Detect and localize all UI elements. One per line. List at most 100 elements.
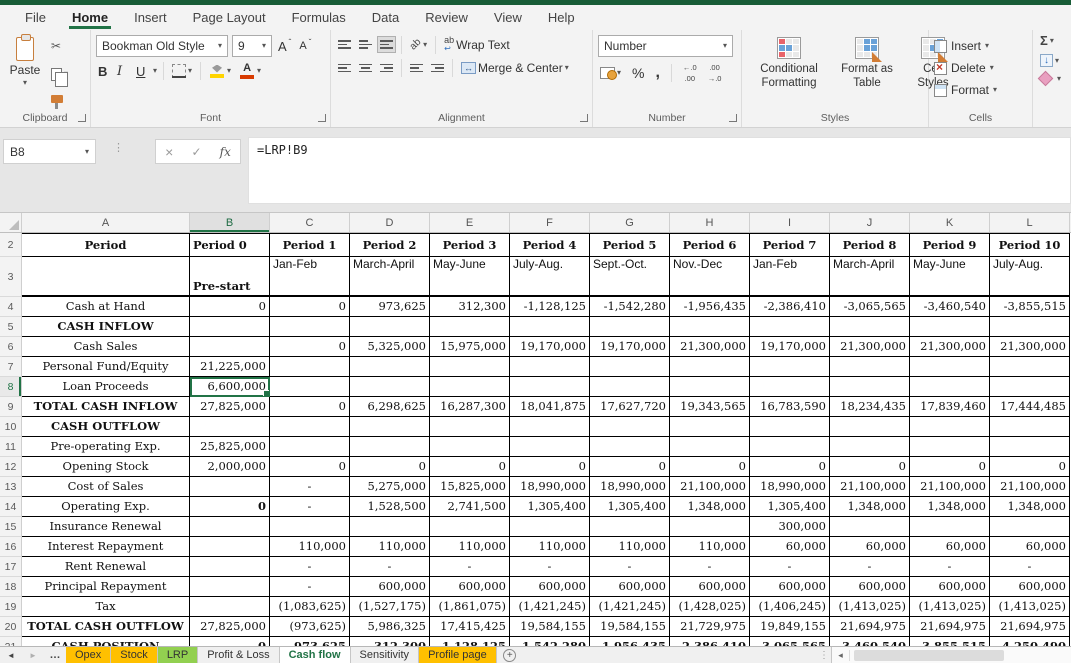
cell-K15[interactable]: [910, 517, 990, 537]
row-header-15[interactable]: 15: [0, 517, 22, 537]
cell-F15[interactable]: [510, 517, 590, 537]
cell-E8[interactable]: [430, 377, 510, 397]
cell-A4[interactable]: Cash at Hand: [22, 297, 190, 317]
cell-E7[interactable]: [430, 357, 510, 377]
format-painter-button[interactable]: [49, 94, 70, 104]
cell-F4[interactable]: -1,128,125: [510, 297, 590, 317]
delete-cells-button[interactable]: Delete▾: [934, 57, 1027, 79]
cell-J17[interactable]: -: [830, 557, 910, 577]
cell-G2[interactable]: Period 5: [590, 233, 670, 257]
cell-F9[interactable]: 18,041,875: [510, 397, 590, 417]
cell-L21[interactable]: -4,250,490: [990, 637, 1070, 646]
sheet-list-ellipsis[interactable]: …: [44, 647, 66, 663]
cell-C4[interactable]: 0: [270, 297, 350, 317]
cell-E3[interactable]: May-June: [430, 257, 510, 297]
cell-A12[interactable]: Opening Stock: [22, 457, 190, 477]
column-header-L[interactable]: L: [990, 213, 1070, 232]
cell-D6[interactable]: 5,325,000: [350, 337, 430, 357]
cell-L19[interactable]: (1,413,025): [990, 597, 1070, 617]
insert-function-button[interactable]: fx: [220, 145, 231, 159]
cell-F17[interactable]: -: [510, 557, 590, 577]
row-header-4[interactable]: 4: [0, 297, 22, 317]
cell-G20[interactable]: 19,584,155: [590, 617, 670, 637]
row-header-21[interactable]: 21: [0, 637, 22, 646]
cell-J5[interactable]: [830, 317, 910, 337]
cell-I21[interactable]: -3,065,565: [750, 637, 830, 646]
cell-E4[interactable]: 312,300: [430, 297, 510, 317]
cell-G12[interactable]: 0: [590, 457, 670, 477]
clipboard-dialog-launcher-icon[interactable]: [78, 114, 86, 122]
borders-button[interactable]: ▾: [170, 63, 194, 79]
cell-L5[interactable]: [990, 317, 1070, 337]
cell-F7[interactable]: [510, 357, 590, 377]
cell-C17[interactable]: -: [270, 557, 350, 577]
cell-J19[interactable]: (1,413,025): [830, 597, 910, 617]
cell-C10[interactable]: [270, 417, 350, 437]
cell-K14[interactable]: 1,348,000: [910, 497, 990, 517]
cell-D3[interactable]: March-April: [350, 257, 430, 297]
cell-B4[interactable]: 0: [190, 297, 270, 317]
cell-E13[interactable]: 15,825,000: [430, 477, 510, 497]
cell-F6[interactable]: 19,170,000: [510, 337, 590, 357]
cell-L10[interactable]: [990, 417, 1070, 437]
cell-E10[interactable]: [430, 417, 510, 437]
column-header-K[interactable]: K: [910, 213, 990, 232]
cell-C11[interactable]: [270, 437, 350, 457]
cell-G4[interactable]: -1,542,280: [590, 297, 670, 317]
cell-G13[interactable]: 18,990,000: [590, 477, 670, 497]
cell-K19[interactable]: (1,413,025): [910, 597, 990, 617]
cell-G17[interactable]: -: [590, 557, 670, 577]
column-header-H[interactable]: H: [670, 213, 750, 232]
row-header-9[interactable]: 9: [0, 397, 22, 417]
column-header-C[interactable]: C: [270, 213, 350, 232]
row-header-2[interactable]: 2: [0, 233, 22, 257]
cell-H20[interactable]: 21,729,975: [670, 617, 750, 637]
cell-A7[interactable]: Personal Fund/Equity: [22, 357, 190, 377]
align-center-button[interactable]: [357, 61, 374, 76]
cell-L14[interactable]: 1,348,000: [990, 497, 1070, 517]
cell-J7[interactable]: [830, 357, 910, 377]
menu-tab-home[interactable]: Home: [59, 5, 121, 30]
cell-I9[interactable]: 16,783,590: [750, 397, 830, 417]
cell-G14[interactable]: 1,305,400: [590, 497, 670, 517]
cell-D2[interactable]: Period 2: [350, 233, 430, 257]
cell-D20[interactable]: 5,986,325: [350, 617, 430, 637]
cell-J2[interactable]: Period 8: [830, 233, 910, 257]
menu-tab-page-layout[interactable]: Page Layout: [180, 5, 279, 30]
font-size-select[interactable]: 9 ▾: [232, 35, 272, 57]
font-name-select[interactable]: Bookman Old Style ▾: [96, 35, 228, 57]
comma-style-button[interactable]: ,: [653, 63, 661, 83]
cell-L6[interactable]: 21,300,000: [990, 337, 1070, 357]
cell-L4[interactable]: -3,855,515: [990, 297, 1070, 317]
cell-G10[interactable]: [590, 417, 670, 437]
cell-C8[interactable]: [270, 377, 350, 397]
cell-K4[interactable]: -3,460,540: [910, 297, 990, 317]
accounting-format-button[interactable]: ▾: [598, 66, 623, 80]
cell-E6[interactable]: 15,975,000: [430, 337, 510, 357]
cell-C13[interactable]: -: [270, 477, 350, 497]
bottom-align-button[interactable]: [378, 37, 395, 52]
cell-I10[interactable]: [750, 417, 830, 437]
cell-K5[interactable]: [910, 317, 990, 337]
cell-A18[interactable]: Principal Repayment: [22, 577, 190, 597]
cell-B10[interactable]: [190, 417, 270, 437]
cell-D8[interactable]: [350, 377, 430, 397]
cell-G8[interactable]: [590, 377, 670, 397]
cell-H6[interactable]: 21,300,000: [670, 337, 750, 357]
cell-H11[interactable]: [670, 437, 750, 457]
increase-indent-button[interactable]: [429, 61, 446, 76]
copy-button[interactable]: ▾: [49, 67, 70, 82]
cell-D21[interactable]: 312,300: [350, 637, 430, 646]
cell-B9[interactable]: 27,825,000: [190, 397, 270, 417]
sheet-tab-opex[interactable]: Opex: [66, 647, 111, 663]
scrollbar-thumb[interactable]: [854, 650, 1004, 661]
cell-I2[interactable]: Period 7: [750, 233, 830, 257]
cell-I20[interactable]: 19,849,155: [750, 617, 830, 637]
row-header-13[interactable]: 13: [0, 477, 22, 497]
cell-J15[interactable]: [830, 517, 910, 537]
cell-A11[interactable]: Pre-operating Exp.: [22, 437, 190, 457]
column-header-A[interactable]: A: [22, 213, 190, 232]
cell-F19[interactable]: (1,421,245): [510, 597, 590, 617]
align-left-button[interactable]: [336, 61, 353, 76]
font-color-button[interactable]: A▾: [237, 62, 263, 80]
